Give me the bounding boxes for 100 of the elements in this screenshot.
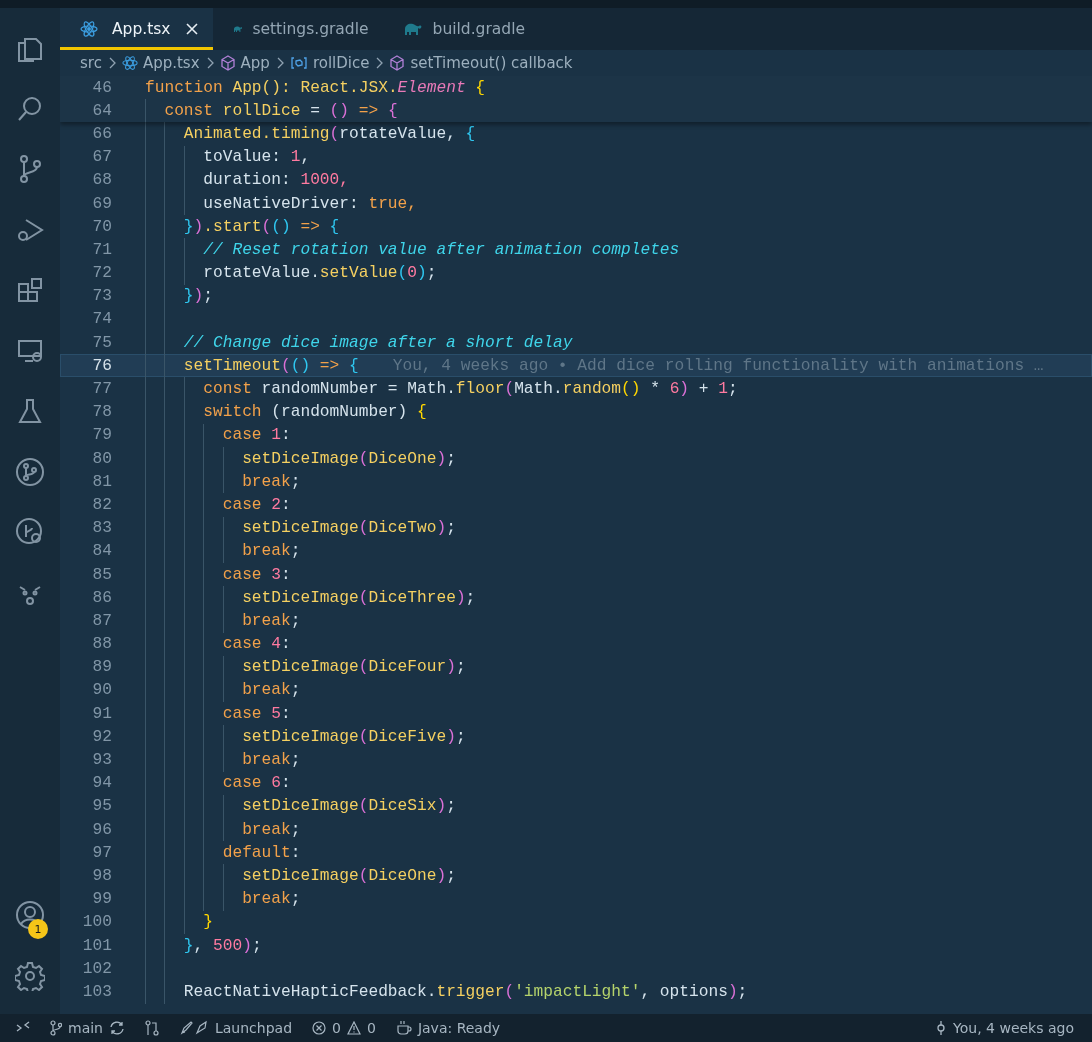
line-number: 101: [81, 935, 112, 956]
account-icon[interactable]: [15, 900, 45, 931]
line-number: 102: [81, 958, 112, 979]
breadcrumb-item[interactable]: rollDice: [289, 54, 370, 72]
breadcrumb-item[interactable]: App: [219, 54, 270, 72]
code-line: setTimeout(() => {: [145, 354, 359, 378]
editor-tab[interactable]: build.gradle: [382, 8, 539, 50]
code-line: }: [145, 910, 213, 934]
line-number: 92: [91, 726, 112, 747]
line-number: 77: [91, 379, 112, 400]
atom-icon: [80, 20, 98, 38]
git-graph-icon[interactable]: [15, 456, 45, 487]
code-line: });: [145, 284, 213, 308]
error-icon: [312, 1021, 327, 1035]
code-line: // Change dice image after a short delay: [145, 331, 573, 355]
line-number: 86: [91, 587, 112, 608]
warning-icon: [346, 1021, 361, 1035]
code-line: }).start(() => {: [145, 215, 340, 239]
line-number: 84: [91, 541, 112, 562]
line-number: 103: [81, 981, 112, 1002]
line-number: 91: [91, 703, 112, 724]
code-line: setDiceImage(DiceSix);: [145, 794, 456, 818]
commit-icon: [935, 1020, 948, 1036]
notification-badge: 1: [28, 919, 48, 939]
code-line: setDiceImage(DiceThree);: [145, 586, 476, 610]
line-number: 82: [91, 494, 112, 515]
code-line: ReactNativeHapticFeedback.trigger('impactLight', options);: [145, 980, 748, 1004]
line-number: 74: [91, 309, 112, 330]
git-blame-annotation: You, 4 weeks ago • Add dice rolling functionality with animations …: [392, 355, 1044, 376]
line-number: 90: [91, 680, 112, 701]
editor-tab[interactable]: App.tsx: [60, 8, 213, 50]
line-number: 85: [91, 564, 112, 585]
close-icon[interactable]: [184, 22, 199, 36]
java-status[interactable]: Java: Ready: [395, 1020, 501, 1036]
search-icon[interactable]: [16, 94, 44, 123]
code-line: setDiceImage(DiceTwo);: [145, 516, 456, 540]
line-number: 80: [91, 448, 112, 469]
line-number: 98: [91, 865, 112, 886]
coffee-cup-icon: [395, 1020, 412, 1036]
launchpad-status[interactable]: Launchpad: [179, 1020, 293, 1036]
branch-status[interactable]: main: [50, 1020, 125, 1036]
sync-icon: [109, 1020, 125, 1036]
cube-icon: [219, 55, 236, 71]
line-number: 96: [91, 819, 112, 840]
settings-icon[interactable]: [15, 960, 45, 991]
code-line: function App(): React.JSX.Element {: [145, 76, 486, 100]
line-number: 69: [91, 193, 112, 214]
line-number: 93: [91, 750, 112, 771]
line-number: 72: [91, 263, 112, 284]
line-number: 89: [91, 657, 112, 678]
blame-status[interactable]: You, 4 weeks ago: [935, 1020, 1074, 1036]
line-number: 73: [91, 286, 112, 307]
line-number: 100: [81, 912, 112, 933]
line-number: 67: [91, 147, 112, 168]
chevron-icon: [205, 57, 214, 69]
line-number: 68: [91, 170, 112, 191]
breadcrumb-item[interactable]: App.tsx: [121, 54, 200, 72]
line-number: 66: [91, 123, 112, 144]
line-number: 94: [91, 773, 112, 794]
line-number: 95: [91, 796, 112, 817]
line-number: 81: [91, 471, 112, 492]
code-line: }, 500);: [145, 933, 262, 958]
line-number: 83: [91, 518, 112, 539]
code-line: toValue: 1,: [145, 145, 311, 169]
code-line: setDiceImage(DiceFour);: [145, 655, 466, 679]
atom-icon: [121, 55, 138, 71]
line-number: 46: [91, 77, 112, 98]
code-line: useNativeDriver: true,: [145, 191, 417, 216]
code-line: switch (randomNumber) {: [145, 400, 427, 424]
code-line: duration: 1000,: [145, 168, 349, 192]
branch-icon: [50, 1020, 62, 1036]
line-number: 75: [91, 332, 112, 353]
line-number: 97: [91, 842, 112, 863]
breadcrumb-item[interactable]: setTimeout() callback: [389, 54, 573, 72]
chevron-icon: [375, 57, 384, 69]
extensions-icon[interactable]: [16, 276, 44, 305]
problems-status[interactable]: 0 0: [312, 1020, 376, 1036]
code-line: setDiceImage(DiceFive);: [145, 725, 466, 749]
code-line: setDiceImage(DiceOne);: [145, 864, 456, 888]
line-number: 78: [91, 402, 112, 423]
line-number: 87: [91, 610, 112, 631]
line-number: 70: [91, 216, 112, 237]
line-number: 71: [91, 239, 112, 260]
code-line: setDiceImage(DiceOne);: [145, 447, 456, 471]
line-number: 76: [91, 355, 112, 376]
chevron-icon: [275, 57, 284, 69]
elephant-icon: [402, 21, 423, 37]
variable-icon: [289, 56, 308, 70]
breadcrumb-item[interactable]: src: [80, 54, 102, 72]
line-number: 79: [91, 425, 112, 446]
flask-icon[interactable]: [16, 397, 44, 426]
line-number: 99: [91, 889, 112, 910]
line-number: 88: [91, 634, 112, 655]
editor-tab[interactable]: settings.gradle: [212, 8, 383, 50]
line-number: 64: [91, 100, 112, 121]
code-line: rotateValue.setValue(0);: [145, 261, 437, 285]
chevron-icon: [107, 57, 116, 69]
git-compare-icon[interactable]: [145, 1020, 159, 1036]
code-line: const rollDice = () => {: [145, 99, 398, 123]
code-line: const randomNumber = Math.floor(Math.random() * 6) + 1;: [145, 377, 738, 401]
